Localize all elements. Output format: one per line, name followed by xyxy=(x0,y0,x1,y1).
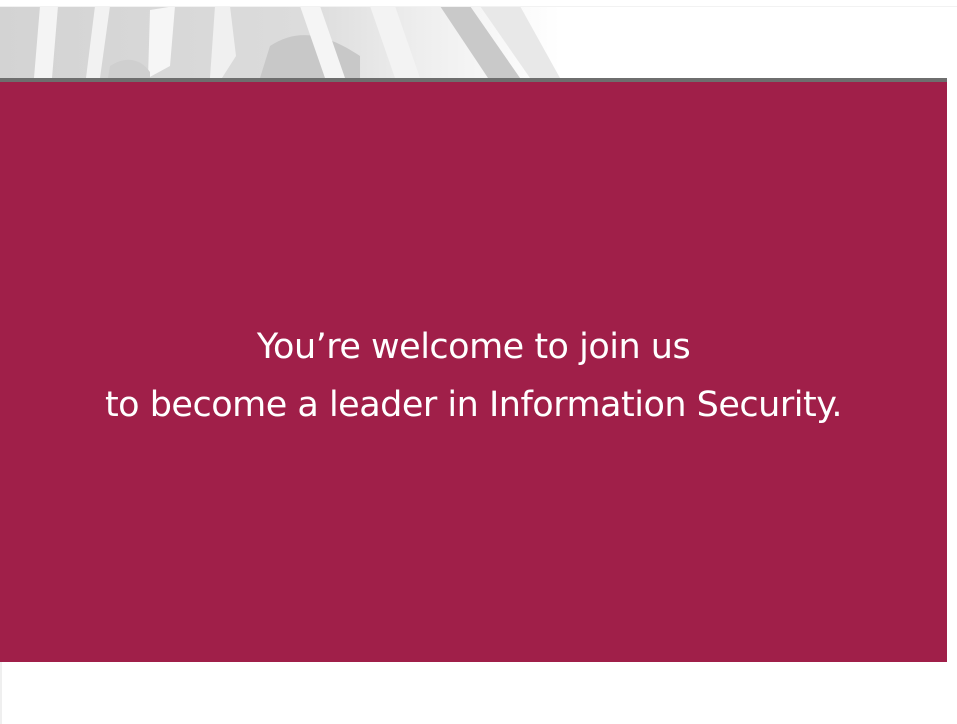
welcome-line-2: to become a leader in Information Securi… xyxy=(104,385,843,425)
engraving-illustration xyxy=(0,6,957,78)
left-edge-line xyxy=(0,662,2,724)
page: You’re welcome to join us to become a le… xyxy=(0,0,957,724)
welcome-message: You’re welcome to join us to become a le… xyxy=(0,318,947,434)
page-footer-space xyxy=(0,662,957,724)
welcome-line-1: You’re welcome to join us xyxy=(256,327,691,367)
welcome-banner: You’re welcome to join us to become a le… xyxy=(0,82,947,662)
top-border xyxy=(0,6,957,7)
header-image xyxy=(0,6,957,78)
